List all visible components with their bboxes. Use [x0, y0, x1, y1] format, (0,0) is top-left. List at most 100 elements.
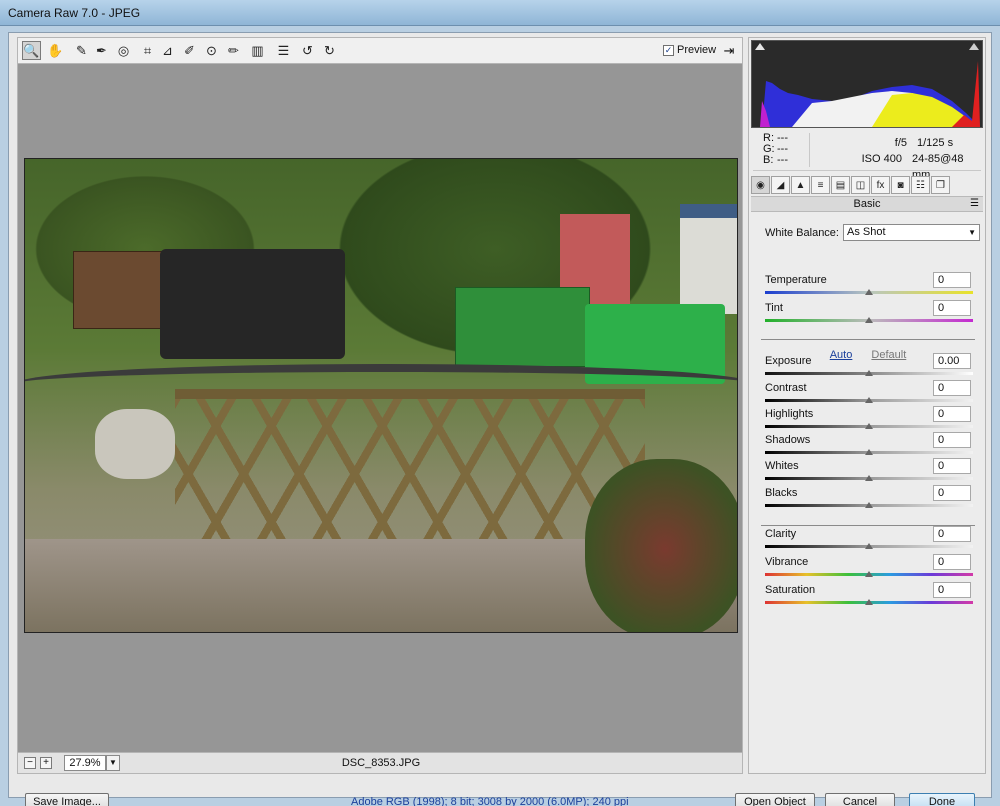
- highlights-value-field[interactable]: 0: [933, 406, 971, 422]
- aperture-value: f/5: [894, 137, 907, 149]
- photo-preview[interactable]: [24, 158, 738, 633]
- info-readout: R: --- G: --- B: --- f/5 1/125 s ISO 400 24-8…: [753, 131, 981, 181]
- vibrance-slider-thumb[interactable]: [865, 571, 873, 577]
- rotate-ccw-icon[interactable]: ↺: [298, 41, 317, 60]
- vibrance-slider-row: Vibrance 0: [765, 554, 973, 582]
- tone-curve-tab-icon[interactable]: ◢: [771, 176, 790, 194]
- temperature-label: Temperature: [765, 274, 827, 286]
- white-balance-select[interactable]: As Shot ▼: [842, 224, 980, 241]
- vibrance-value-field[interactable]: 0: [933, 554, 971, 570]
- clarity-slider-thumb[interactable]: [865, 543, 873, 549]
- exposure-value-field[interactable]: 0.00: [933, 353, 971, 369]
- contrast-label: Contrast: [765, 382, 807, 394]
- preferences-icon[interactable]: ☰: [274, 41, 293, 60]
- presets-tab-icon[interactable]: ☷: [911, 176, 930, 194]
- crop-tool-icon[interactable]: ⌗: [138, 41, 157, 60]
- panel-header: Basic ☰: [751, 196, 983, 212]
- exposure-slider-row: Exposure 0.00: [765, 353, 973, 381]
- preview-checkbox[interactable]: ✓: [663, 44, 674, 56]
- spot-removal-tool-icon[interactable]: ✐: [180, 41, 199, 60]
- contrast-value-field[interactable]: 0: [933, 380, 971, 396]
- contrast-slider-thumb[interactable]: [865, 397, 873, 403]
- graduated-filter-icon[interactable]: ▥: [248, 41, 267, 60]
- saturation-label: Saturation: [765, 584, 816, 596]
- photo-trestle: [175, 389, 645, 539]
- white-balance-label: White Balance:: [765, 226, 839, 239]
- shadows-slider-row: Shadows 0: [765, 432, 973, 460]
- tint-slider-thumb[interactable]: [865, 317, 873, 323]
- panel-title: Basic: [853, 198, 881, 210]
- tint-value-field[interactable]: 0: [933, 300, 971, 316]
- highlight-clipping-icon[interactable]: [969, 43, 979, 50]
- whites-slider-thumb[interactable]: [865, 475, 873, 481]
- shutter-value: 1/125 s: [917, 137, 954, 149]
- hsl-tab-icon[interactable]: ≡: [811, 176, 830, 194]
- camera-raw-dialog: 🔍 ✋ ✎✒◎ ⌗⊿✐⊙✏ ▥ ☰ ↺↻ ✓ Preview ⇥: [8, 32, 992, 806]
- rotate-cw-icon[interactable]: ↻: [320, 41, 339, 60]
- saturation-value-field[interactable]: 0: [933, 582, 971, 598]
- highlights-label: Highlights: [765, 408, 814, 420]
- camera-calibration-tab-icon[interactable]: ◙: [891, 176, 910, 194]
- targeted-adjustment-tool-icon[interactable]: ◎: [114, 41, 133, 60]
- lens-corrections-tab-icon[interactable]: ◫: [851, 176, 870, 194]
- preview-toggle[interactable]: ✓ Preview: [663, 44, 716, 56]
- exposure-label: Exposure: [765, 355, 812, 367]
- tint-label: Tint: [765, 302, 783, 314]
- zoom-tool-icon[interactable]: 🔍: [22, 41, 41, 60]
- white-balance-row: White Balance: As Shot ▼: [765, 224, 980, 241]
- highlights-slider-row: Highlights 0: [765, 406, 973, 434]
- info-separator: [809, 133, 810, 167]
- vibrance-label: Vibrance: [765, 556, 809, 568]
- tool-bar: 🔍 ✋ ✎ ✒ ◎ ⌗ ⊿ ✐ ⊙ ✏ ▥ ☰ ↺ ↻ ✓ Preview ⇥: [17, 37, 743, 64]
- temperature-value-field[interactable]: 0: [933, 272, 971, 288]
- open-object-button[interactable]: Open Object: [735, 793, 815, 806]
- cancel-button[interactable]: Cancel: [825, 793, 895, 806]
- whites-slider-row: Whites 0: [765, 458, 973, 486]
- basic-tab-icon[interactable]: ◉: [751, 176, 770, 194]
- workflow-options-link[interactable]: Adobe RGB (1998); 8 bit; 3008 by 2000 (6…: [351, 796, 629, 806]
- photo-bush: [585, 459, 737, 632]
- clarity-value-field[interactable]: 0: [933, 526, 971, 542]
- photo-locomotive: [160, 249, 345, 359]
- whites-value-field[interactable]: 0: [933, 458, 971, 474]
- clarity-slider-row: Clarity 0: [765, 526, 973, 554]
- effects-tab-icon[interactable]: fx: [871, 176, 890, 194]
- panel-tabs: ◉ ◢ ▲ ≡ ▤ ◫ fx ◙ ☷ ❐: [751, 176, 983, 194]
- red-eye-removal-icon[interactable]: ⊙: [202, 41, 221, 60]
- file-name: DSC_8353.JPG: [341, 757, 421, 769]
- adjustment-brush-icon[interactable]: ✏: [224, 41, 243, 60]
- fullscreen-icon[interactable]: ⇥: [720, 42, 738, 60]
- shadows-value-field[interactable]: 0: [933, 432, 971, 448]
- panel-menu-icon[interactable]: ☰: [970, 197, 979, 211]
- snapshots-tab-icon[interactable]: ❐: [931, 176, 950, 194]
- photo-rock: [95, 409, 175, 479]
- straighten-tool-icon[interactable]: ⊿: [158, 41, 177, 60]
- save-image-button[interactable]: Save Image...: [25, 793, 109, 806]
- window-body: 🔍 ✋ ✎✒◎ ⌗⊿✐⊙✏ ▥ ☰ ↺↻ ✓ Preview ⇥: [0, 26, 1000, 806]
- shadows-slider-thumb[interactable]: [865, 449, 873, 455]
- contrast-slider-row: Contrast 0: [765, 380, 973, 408]
- saturation-slider-row: Saturation 0: [765, 582, 973, 610]
- rgb-readout: R: --- G: --- B: ---: [763, 133, 791, 166]
- split-toning-tab-icon[interactable]: ▤: [831, 176, 850, 194]
- clarity-label: Clarity: [765, 528, 797, 540]
- hand-tool-icon[interactable]: ✋: [46, 41, 65, 60]
- done-button[interactable]: Done: [909, 793, 975, 806]
- exposure-slider-thumb[interactable]: [865, 370, 873, 376]
- white-balance-value: As Shot: [846, 226, 886, 238]
- photo-house: [680, 204, 737, 314]
- blacks-label: Blacks: [765, 487, 798, 499]
- tint-slider-row: Tint 0: [765, 300, 973, 328]
- color-sampler-tool-icon[interactable]: ✒: [92, 41, 111, 60]
- blacks-slider-thumb[interactable]: [865, 502, 873, 508]
- shadow-clipping-icon[interactable]: [755, 43, 765, 50]
- highlights-slider-thumb[interactable]: [865, 423, 873, 429]
- blacks-value-field[interactable]: 0: [933, 485, 971, 501]
- saturation-slider-thumb[interactable]: [865, 599, 873, 605]
- temperature-slider-thumb[interactable]: [865, 289, 873, 295]
- image-canvas[interactable]: [17, 64, 743, 752]
- adjustment-panel: R: --- G: --- B: --- f/5 1/125 s ISO 400 24-8…: [748, 37, 986, 774]
- white-balance-tool-icon[interactable]: ✎: [72, 41, 91, 60]
- detail-tab-icon[interactable]: ▲: [791, 176, 810, 194]
- status-bar: − + 27.9% ▼ DSC_8353.JPG: [17, 752, 743, 774]
